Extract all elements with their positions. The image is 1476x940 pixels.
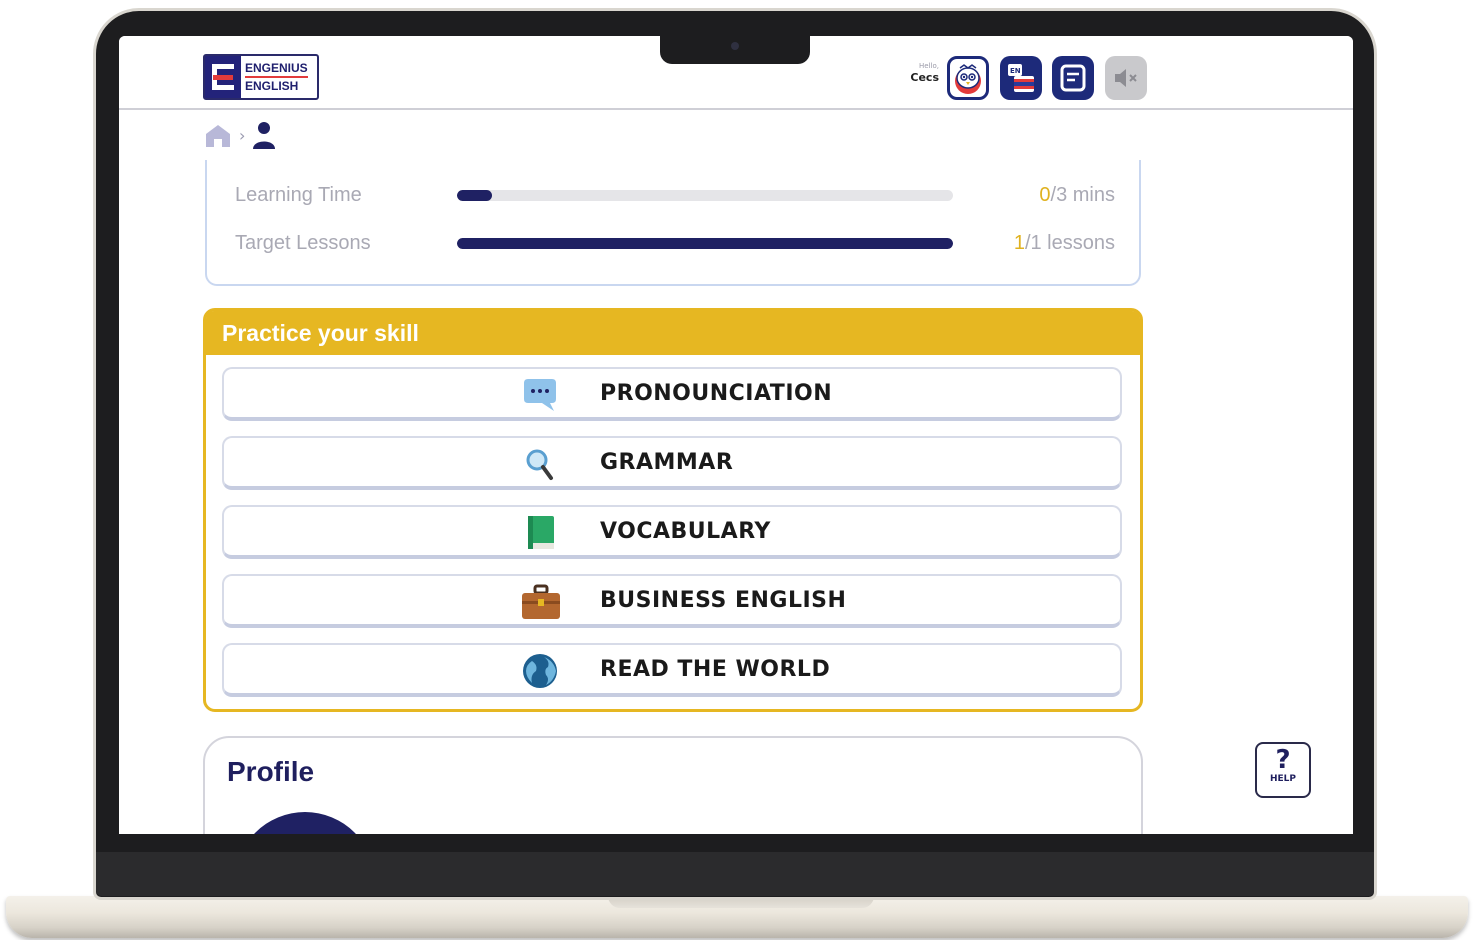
mascot-button[interactable]: [947, 56, 989, 100]
target-lessons-track: [457, 238, 953, 249]
learning-time-row: Learning Time 0/3 mins: [235, 180, 1115, 210]
skill-label: PRONOUNCIATION: [600, 381, 833, 406]
breadcrumb-separator: ›: [239, 125, 246, 145]
help-icon: ?: [1275, 745, 1291, 775]
skill-vocabulary-button[interactable]: VOCABULARY: [222, 505, 1122, 559]
app-screen: ENGENIUS ENGLISH Hello, Cecs EN › Learni…: [119, 36, 1353, 834]
skill-label: VOCABULARY: [600, 519, 771, 544]
progress-card: Learning Time 0/3 mins Target Lessons 1/…: [205, 160, 1141, 286]
skill-grammar-button[interactable]: GRAMMAR: [222, 436, 1122, 490]
language-button[interactable]: EN: [1000, 56, 1042, 100]
profile-title: Profile: [227, 756, 315, 787]
user-greeting: Hello, Cecs: [899, 62, 939, 85]
practice-title: Practice your skill: [222, 319, 419, 346]
help-label: HELP: [1269, 774, 1296, 784]
target-lessons-total: /1 lessons: [1024, 232, 1115, 254]
camera-notch: [660, 34, 810, 64]
help-button[interactable]: ? HELP: [1255, 742, 1311, 798]
avatar[interactable]: [235, 812, 375, 834]
target-lessons-fill: [457, 238, 953, 249]
sound-toggle-button[interactable]: [1105, 56, 1147, 100]
magnifier-icon: [526, 449, 553, 480]
sound-muted-icon: [1115, 69, 1137, 87]
learning-time-fill: [457, 190, 492, 201]
mascot-icon: [955, 64, 981, 94]
target-lessons-value: 1/1 lessons: [1014, 228, 1115, 258]
skill-business-english-button[interactable]: BUSINESS ENGLISH: [222, 574, 1122, 628]
target-lessons-current: 1: [1013, 232, 1025, 254]
target-lessons-label: Target Lessons: [235, 232, 371, 254]
book-icon: [528, 516, 554, 549]
profile-card: Profile: [203, 736, 1143, 834]
practice-header: Practice your skill: [206, 311, 1140, 355]
brand-logo[interactable]: ENGENIUS ENGLISH: [203, 54, 319, 100]
briefcase-icon: [522, 584, 560, 619]
logo-mark-icon: [205, 56, 241, 98]
practice-panel: Practice your skill PRONOUNCIATION GRAMM…: [203, 308, 1143, 712]
logo-line2: ENGLISH: [245, 76, 308, 94]
learning-time-value: 0/3 mins: [1039, 180, 1115, 210]
laptop-base: [6, 896, 1468, 938]
learning-time-track: [457, 190, 953, 201]
skill-label: READ THE WORLD: [600, 657, 831, 682]
notes-icon: [1060, 64, 1086, 92]
user-name: Cecs: [910, 71, 939, 84]
globe-icon: [523, 654, 557, 688]
logo-text: ENGENIUS ENGLISH: [241, 56, 308, 98]
learning-time-label: Learning Time: [235, 184, 362, 206]
skill-label: GRAMMAR: [600, 450, 734, 475]
speech-bubble-icon: [524, 379, 556, 411]
skill-read-the-world-button[interactable]: READ THE WORLD: [222, 643, 1122, 697]
breadcrumb: ›: [203, 120, 277, 150]
laptop-bezel-bottom: [96, 852, 1374, 896]
home-icon[interactable]: [203, 122, 233, 148]
svg-text:EN: EN: [1010, 67, 1021, 75]
camera-icon: [731, 42, 739, 50]
logo-line1: ENGENIUS: [245, 61, 308, 75]
skill-label: BUSINESS ENGLISH: [600, 588, 847, 613]
target-lessons-row: Target Lessons 1/1 lessons: [235, 228, 1115, 258]
notes-button[interactable]: [1052, 56, 1094, 100]
skill-pronounciation-button[interactable]: PRONOUNCIATION: [222, 367, 1122, 421]
greeting-text: Hello,: [919, 62, 939, 70]
learning-time-total: /3 mins: [1050, 184, 1115, 206]
learning-time-current: 0: [1039, 184, 1051, 206]
language-flag-icon: EN: [1008, 64, 1034, 92]
profile-icon[interactable]: [251, 120, 277, 150]
